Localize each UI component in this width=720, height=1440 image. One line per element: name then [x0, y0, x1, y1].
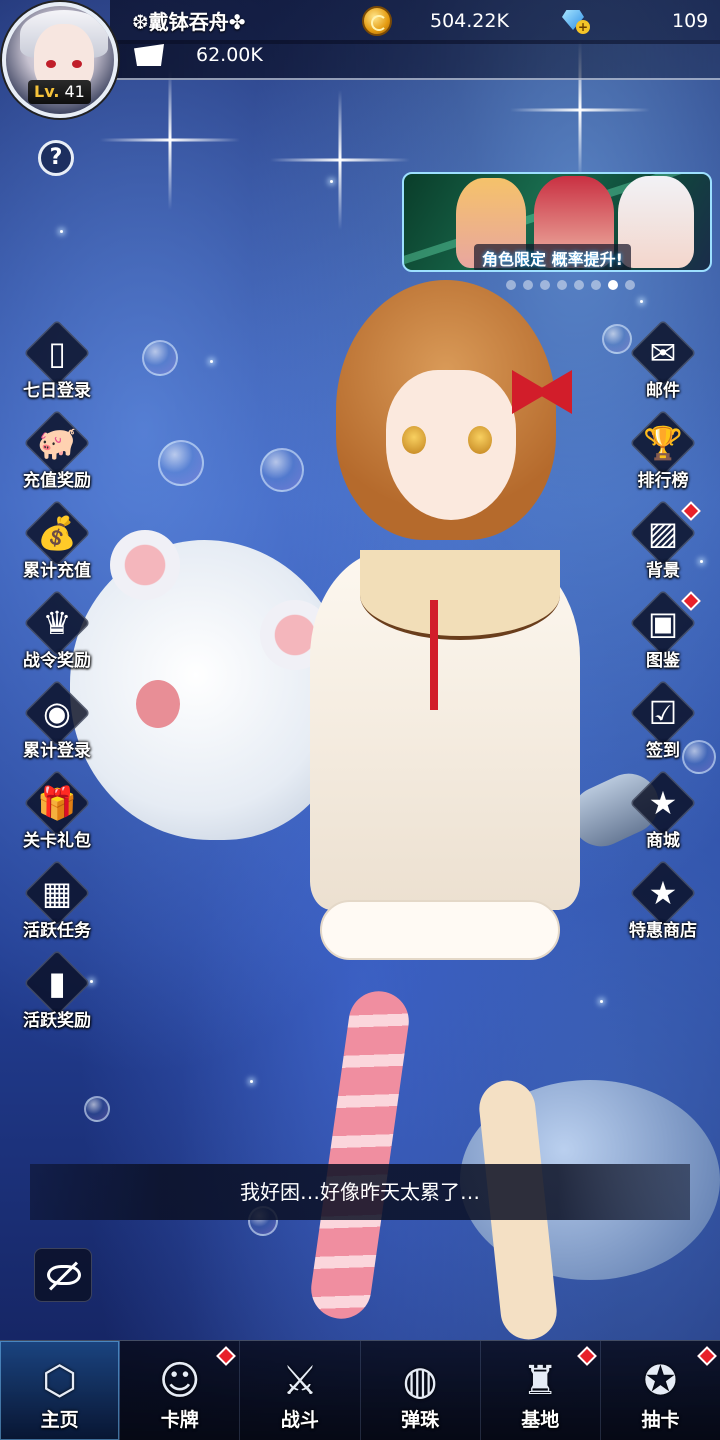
- help-button[interactable]: ?: [38, 140, 74, 176]
- crossed-swords-icon: ⚔: [281, 1358, 318, 1404]
- banner-dot[interactable]: [625, 280, 635, 290]
- menu-item-label: 累计登录: [23, 741, 91, 761]
- banner-dot[interactable]: [523, 280, 533, 290]
- banner-dot[interactable]: [557, 280, 567, 290]
- bottom-navigation: ⬡ 主页 ☺ 卡牌 ⚔ 战斗 ◍ 弹珠 ♜ 基地 ✪ 抽卡: [0, 1340, 720, 1440]
- level-badge: Lv. 41: [28, 80, 91, 104]
- crown-icon: ♛: [42, 604, 72, 642]
- mail-icon: ✉: [649, 334, 677, 372]
- tower-icon: ♜: [522, 1358, 559, 1404]
- banner-text: 角色限定 概率提升!: [474, 244, 631, 270]
- banner-dot[interactable]: [574, 280, 584, 290]
- calendar-check-icon: ☑: [648, 694, 678, 732]
- bubble: [84, 1096, 110, 1122]
- shop-basket-icon: ★: [648, 784, 678, 822]
- menu-item-bar-star[interactable]: ▮ 活跃奖励: [12, 949, 102, 1036]
- level-value: 41: [64, 82, 85, 101]
- menu-item-label: 邮件: [646, 381, 680, 401]
- banner-dot[interactable]: [608, 280, 618, 290]
- menu-item-label: 特惠商店: [629, 921, 697, 941]
- tab-tower[interactable]: ♜ 基地: [481, 1341, 601, 1440]
- menu-item-label: 七日登录: [23, 381, 91, 401]
- menu-item-shop-basket[interactable]: ★ 商城: [618, 769, 708, 856]
- gem-count: 109: [672, 10, 709, 32]
- hide-ui-button[interactable]: [34, 1248, 92, 1302]
- store-star-icon: ★: [648, 874, 678, 912]
- stamina-count: 62.00K: [196, 44, 263, 66]
- banner-dot[interactable]: [591, 280, 601, 290]
- menu-item-gift-box[interactable]: 🎁 关卡礼包: [12, 769, 102, 856]
- menu-item-calendar-check[interactable]: ☑ 签到: [618, 679, 708, 766]
- piggy-bank-icon: 🐖: [37, 424, 77, 462]
- trophy-icon: 🏆: [643, 424, 683, 462]
- menu-item-label: 签到: [646, 741, 680, 761]
- phone-check-icon: ▯: [48, 334, 66, 372]
- bunny-character-icon: ☺: [158, 1358, 201, 1404]
- money-bag-icon: 💰: [37, 514, 77, 552]
- tab-label: 卡牌: [160, 1409, 199, 1431]
- level-prefix: Lv.: [34, 82, 60, 101]
- star-flare: [270, 90, 410, 230]
- menu-item-trophy[interactable]: 🏆 排行榜: [618, 409, 708, 496]
- player-name: ❆戴钵吞舟✤: [132, 10, 246, 34]
- tab-crossed-swords[interactable]: ⚔ 战斗: [240, 1341, 361, 1440]
- bubble: [158, 440, 204, 486]
- menu-item-image[interactable]: ▨ 背景: [618, 499, 708, 586]
- menu-item-label: 活跃奖励: [23, 1011, 91, 1031]
- tab-home-shield[interactable]: ⬡ 主页: [0, 1341, 121, 1440]
- menu-item-label: 关卡礼包: [23, 831, 91, 851]
- menu-item-calendar[interactable]: ▦ 活跃任务: [12, 859, 102, 946]
- gift-box-icon: 🎁: [37, 784, 77, 822]
- tab-label: 基地: [521, 1409, 560, 1431]
- tab-label: 弹珠: [401, 1409, 440, 1431]
- menu-item-label: 排行榜: [637, 471, 689, 491]
- banner-pagination: [506, 280, 635, 290]
- tab-label: 主页: [40, 1409, 79, 1431]
- coin-icon: [362, 6, 392, 36]
- menu-item-label: 累计充值: [23, 561, 91, 581]
- menu-item-piggy-bank[interactable]: 🐖 充值奖励: [12, 409, 102, 496]
- alert-badge: [697, 1346, 717, 1366]
- alert-badge: [576, 1346, 597, 1366]
- tab-summon-badge[interactable]: ✪ 抽卡: [601, 1341, 720, 1440]
- user-check-icon: ◉: [43, 694, 71, 732]
- menu-item-phone-check[interactable]: ▯ 七日登录: [12, 319, 102, 406]
- menu-item-crown[interactable]: ♛ 战令奖励: [12, 589, 102, 676]
- banner-dot[interactable]: [506, 280, 516, 290]
- event-banner[interactable]: 角色限定 概率提升!: [402, 172, 712, 272]
- menu-item-money-bag[interactable]: 💰 累计充值: [12, 499, 102, 586]
- summon-badge-icon: ✪: [643, 1358, 678, 1404]
- menu-item-label: 充值奖励: [23, 471, 91, 491]
- banner-dot[interactable]: [540, 280, 550, 290]
- menu-item-portrait-book[interactable]: ▣ 图鉴: [618, 589, 708, 676]
- gem-plus-icon[interactable]: +: [562, 8, 590, 34]
- home-shield-icon: ⬡: [42, 1358, 78, 1404]
- calendar-icon: ▦: [41, 874, 73, 912]
- character-dialog[interactable]: 我好困…好像昨天太累了…: [30, 1164, 690, 1220]
- bar-star-icon: ▮: [48, 964, 66, 1002]
- menu-item-mail[interactable]: ✉ 邮件: [618, 319, 708, 406]
- coin-count: 504.22K: [430, 10, 509, 32]
- tab-bunny-character[interactable]: ☺ 卡牌: [120, 1341, 241, 1440]
- tab-label: 战斗: [280, 1409, 319, 1431]
- menu-item-label: 商城: [646, 831, 680, 851]
- tab-robot-head[interactable]: ◍ 弹珠: [361, 1341, 481, 1440]
- menu-item-store-star[interactable]: ★ 特惠商店: [618, 859, 708, 946]
- menu-item-user-check[interactable]: ◉ 累计登录: [12, 679, 102, 766]
- menu-item-label: 图鉴: [646, 651, 680, 671]
- alert-badge: [216, 1346, 237, 1366]
- star-flare: [100, 70, 240, 210]
- bubble: [142, 340, 178, 376]
- menu-item-label: 背景: [646, 561, 680, 581]
- tab-label: 抽卡: [641, 1409, 680, 1431]
- robot-head-icon: ◍: [402, 1358, 438, 1404]
- menu-item-label: 活跃任务: [23, 921, 91, 941]
- menu-item-label: 战令奖励: [23, 651, 91, 671]
